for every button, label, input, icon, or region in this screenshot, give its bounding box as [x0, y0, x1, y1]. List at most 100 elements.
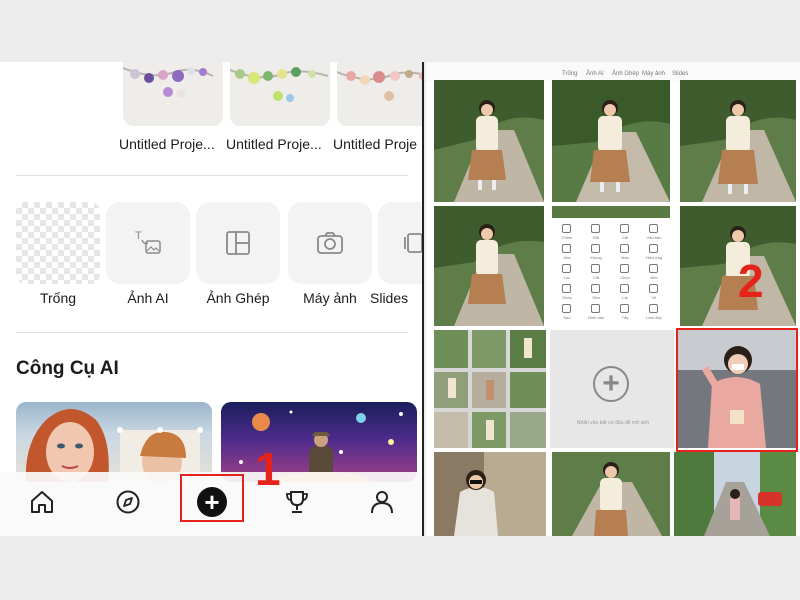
edit-menu-label: Ghép — [562, 295, 572, 300]
edit-tool-icon — [649, 304, 658, 313]
nav-home[interactable] — [24, 484, 60, 520]
recent-projects: Untitled Proje... Untitled Proje... Unti… — [0, 62, 422, 222]
plus-icon[interactable]: + — [593, 366, 629, 402]
create-option-ai-image[interactable]: T Ảnh AI — [106, 202, 190, 306]
blank-canvas-icon[interactable] — [16, 202, 100, 284]
edit-menu-item[interactable]: Làm đẹp — [639, 302, 669, 328]
collage-preview[interactable] — [434, 330, 546, 448]
photo-thumbnail[interactable] — [680, 80, 796, 202]
edit-tool-icon — [649, 244, 658, 253]
edit-menu-label: Tẩy — [621, 315, 629, 320]
create-option-label: Ảnh AI — [127, 290, 169, 306]
project-thumbnail[interactable] — [230, 62, 330, 126]
edit-tool-icon — [620, 284, 629, 293]
left-screen: Untitled Proje... Untitled Proje... Unti… — [0, 62, 424, 536]
photo-thumbnail[interactable] — [434, 80, 544, 202]
edit-menu-label: Văn bản — [646, 235, 662, 240]
edit-tool-icon — [562, 284, 571, 293]
ai-image-icon[interactable]: T — [106, 202, 190, 284]
edit-menu-label: Màu — [621, 255, 629, 260]
edit-menu-label: Chọn — [620, 275, 630, 280]
tab-label[interactable]: Ảnh Ghép — [612, 71, 639, 77]
edit-tool-icon — [591, 244, 600, 253]
create-option-collage[interactable]: Ảnh Ghép — [196, 202, 280, 306]
slides-icon[interactable] — [378, 202, 422, 284]
bracelet-image — [337, 70, 422, 101]
edit-menu-item[interactable]: Sao — [552, 302, 582, 328]
edit-tool-icon — [620, 264, 629, 273]
create-option-label: Trống — [39, 290, 77, 306]
edit-menu-label: Sao — [563, 315, 571, 320]
step-number-2: 2 — [738, 255, 764, 307]
project-card[interactable]: Untitled Proje... — [119, 62, 223, 152]
highlight-selected-photo — [676, 328, 798, 452]
edit-menu-item[interactable]: Hình dán — [581, 302, 611, 328]
section-title-ai-tools: Công Cụ AI — [16, 358, 119, 379]
edit-menu-label: Lọc — [563, 275, 571, 280]
highlight-create-button — [180, 474, 244, 522]
edit-menu-label: Vẽ — [651, 295, 657, 300]
bracelet-image — [230, 67, 329, 102]
home-icon[interactable] — [29, 489, 55, 515]
edit-menu-label: Cắt — [621, 235, 629, 240]
edit-menu-label: Khung — [590, 255, 602, 260]
photo-thumbnail[interactable] — [552, 452, 670, 536]
project-card[interactable]: Untitled Proje... — [226, 62, 330, 152]
create-option-slides[interactable]: Slides — [370, 202, 422, 306]
edit-menu-label: Nền — [650, 275, 658, 280]
project-thumbnail[interactable] — [123, 62, 223, 126]
photo-strip — [552, 206, 670, 218]
camera-icon[interactable] — [288, 202, 372, 284]
divider — [16, 175, 408, 176]
tab-label[interactable]: Trống — [562, 71, 577, 77]
edit-menu-label: Hiệu ứng — [645, 255, 663, 260]
photo-thumbnail[interactable] — [434, 206, 544, 326]
edit-tool-icon — [591, 264, 600, 273]
nav-profile[interactable] — [364, 484, 400, 520]
create-option-camera[interactable]: Máy ảnh — [288, 202, 372, 306]
user-icon[interactable] — [369, 489, 395, 515]
edit-tool-icon — [649, 224, 658, 233]
compass-icon[interactable] — [115, 489, 141, 515]
edit-tool-icon — [591, 224, 600, 233]
edit-tool-icon — [562, 224, 571, 233]
edit-tool-icon — [591, 304, 600, 313]
photo-thumbnail[interactable] — [552, 80, 670, 202]
create-option-blank[interactable]: Trống — [16, 202, 100, 306]
photo-thumbnail[interactable] — [674, 452, 796, 536]
add-photo-tile[interactable]: + Nhấn vào bất cứ đâu để mở ảnh — [550, 330, 674, 448]
edit-menu-label: Hình dán — [587, 315, 605, 320]
tab-label[interactable]: Máy ảnh — [642, 71, 665, 77]
edit-menu-label: Đổi — [592, 235, 599, 240]
edit-menu-label: Xóa — [563, 255, 571, 260]
edit-menu-item[interactable]: Tẩy — [610, 302, 640, 328]
project-title: Untitled Proje... — [119, 136, 215, 152]
bracelet-image — [123, 67, 214, 98]
photo-thumbnail[interactable] — [434, 452, 546, 536]
edit-menu-label: Chỉnh — [561, 235, 573, 240]
nav-challenges[interactable] — [279, 484, 315, 520]
collage-icon[interactable] — [196, 202, 280, 284]
svg-text:T: T — [135, 230, 142, 242]
add-photo-caption: Nhấn vào bất cứ đâu để mở ảnh — [576, 420, 650, 426]
step-number-1: 1 — [255, 443, 281, 495]
nav-explore[interactable] — [110, 484, 146, 520]
right-screen: Trống Ảnh AI Ảnh Ghép Máy ảnh Slides Chỉ… — [426, 62, 800, 536]
tab-label[interactable]: Slides — [672, 71, 688, 77]
divider — [16, 332, 408, 333]
project-title: Untitled Proje... — [226, 136, 322, 152]
project-thumbnail[interactable] — [337, 62, 422, 126]
edit-tool-icon — [620, 224, 629, 233]
edit-tool-icon — [620, 304, 629, 313]
edit-tool-icon — [562, 304, 571, 313]
tab-label[interactable]: Ảnh AI — [586, 71, 604, 77]
project-card[interactable]: Untitled Proje — [333, 62, 422, 152]
edit-menu-panel: Chỉnh Đổi Cắt Văn bản Xóa Khung Màu Hiệu ứng Lọc… — [552, 206, 670, 326]
trophy-icon[interactable] — [284, 489, 310, 515]
edit-menu-label: Cắt — [592, 275, 600, 280]
ai-tool-card[interactable] — [16, 402, 212, 482]
edit-tool-icon — [562, 244, 571, 253]
ai-tool-card[interactable] — [221, 402, 417, 482]
edit-tool-icon — [591, 284, 600, 293]
edit-tool-icon — [562, 264, 571, 273]
